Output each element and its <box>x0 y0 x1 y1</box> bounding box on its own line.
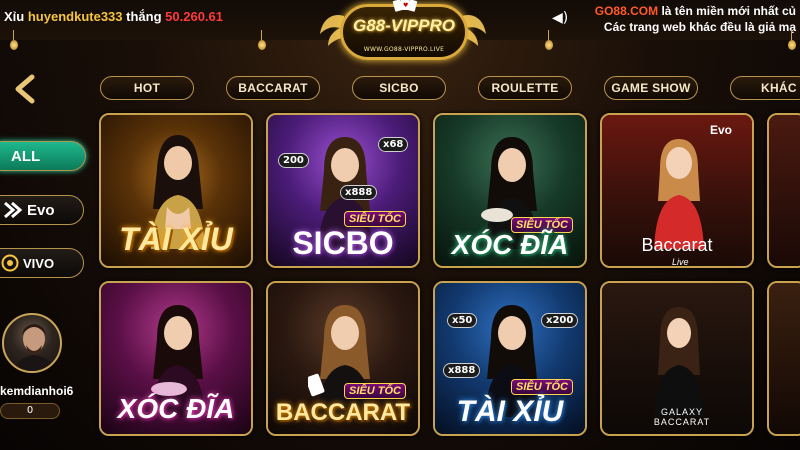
multiplier-badge: x888 <box>443 363 481 378</box>
svg-text:♥: ♥ <box>403 2 408 9</box>
provider-evo-label: Evo <box>27 201 55 219</box>
evo-logo-icon <box>4 201 23 219</box>
provider-evo-badge: Evo <box>710 123 733 137</box>
notice-line1: là tên miền mới nhất củ <box>658 4 796 18</box>
game-card-sicbo[interactable]: 200 x68 x888 SIÊU TỐC SICBO <box>266 113 420 268</box>
tab-other[interactable]: KHÁC <box>730 76 800 100</box>
dealer-portrait <box>654 139 704 249</box>
logo-site-url: WWW.GO88-VIPPRO.LIVE <box>363 46 445 53</box>
ticker-prefix: Xỉu <box>4 9 25 24</box>
notice-domain: GO88.COM <box>594 4 659 18</box>
tab-baccarat[interactable]: BACCARAT <box>226 76 320 100</box>
game-title: GALAXY BACCARAT <box>653 407 711 427</box>
tab-hot[interactable]: HOT <box>100 76 194 100</box>
speaker-icon[interactable]: ◀) <box>552 10 568 26</box>
tab-game-show[interactable]: GAME SHOW <box>604 76 698 100</box>
game-card-baccarat[interactable]: SIÊU TỐC BACCARAT <box>266 281 420 436</box>
ticker-username: huyendkute333 <box>27 9 123 24</box>
game-title: Baccarat <box>641 235 713 255</box>
multiplier-badge: 200 <box>278 153 309 168</box>
game-title: XÓC ĐĨA <box>117 393 235 424</box>
multiplier-badge: x68 <box>378 137 409 152</box>
game-title: BACCARAT <box>275 399 411 426</box>
game-card-tai-xiu-2[interactable]: x50 x200 x888 SIÊU TỐC TÀI XỈU <box>433 281 587 436</box>
game-title: XÓC ĐĨA <box>451 229 569 260</box>
notice-line2: Các trang web khác đều là giả mạ <box>603 20 796 34</box>
game-title: TÀI XỈU <box>119 221 233 257</box>
avatar[interactable] <box>2 313 62 373</box>
lantern-icon <box>788 30 796 52</box>
game-subtitle: Live <box>672 257 689 267</box>
balance: 0 <box>0 403 60 419</box>
provider-vivo[interactable]: VIVO <box>0 248 84 278</box>
brand-logo: ♥ G88-VIPPRO WWW.GO88-VIPPRO.LIVE <box>318 0 488 72</box>
lantern-icon <box>10 30 18 52</box>
username: kemdianhoi6 <box>0 384 74 398</box>
speed-badge: SIÊU TỐC <box>511 379 573 395</box>
game-title: TÀI XỈU <box>456 395 564 428</box>
multiplier-badge: x888 <box>340 185 378 200</box>
game-card-xoc-dia-2[interactable]: XÓC ĐĨA <box>99 281 253 436</box>
game-card-galaxy-baccarat[interactable]: GALAXY BACCARAT <box>600 281 754 436</box>
logo-brand-text: G88-VIPPRO <box>352 16 456 35</box>
speed-badge: SIÊU TỐC <box>344 383 406 399</box>
game-card-partial[interactable] <box>767 281 800 436</box>
multiplier-badge: x200 <box>541 313 579 328</box>
ticker-amount: 50.260.61 <box>165 9 223 24</box>
game-card-baccarat-live[interactable]: Evo Baccarat Live <box>600 113 754 268</box>
tab-sicbo[interactable]: SICBO <box>352 76 446 100</box>
multiplier-badge: x50 <box>447 313 478 328</box>
playing-cards-icon: ♥ <box>392 0 418 12</box>
vivo-logo-icon <box>1 254 19 272</box>
provider-all-label: ALL <box>11 147 41 165</box>
provider-vivo-label: VIVO <box>23 255 55 271</box>
provider-all[interactable]: ALL <box>0 141 86 171</box>
lantern-icon <box>545 30 553 52</box>
game-card-partial[interactable] <box>767 113 800 268</box>
back-chevron-icon[interactable] <box>12 74 38 104</box>
game-card-xoc-dia[interactable]: SIÊU TỐC XÓC ĐĨA <box>433 113 587 268</box>
provider-evo[interactable]: Evo <box>0 195 84 225</box>
tab-roulette[interactable]: ROULETTE <box>478 76 572 100</box>
game-card-tai-xiu[interactable]: TÀI XỈU <box>99 113 253 268</box>
ticker-word: thắng <box>126 9 162 24</box>
domain-notice: GO88.COM là tên miền mới nhất củ Các tra… <box>595 3 796 35</box>
dealer-portrait <box>654 307 704 417</box>
game-title: SICBO <box>292 225 394 261</box>
lantern-icon <box>258 30 266 52</box>
win-ticker: Xỉu huyendkute333 thắng 50.260.61 <box>4 9 223 24</box>
